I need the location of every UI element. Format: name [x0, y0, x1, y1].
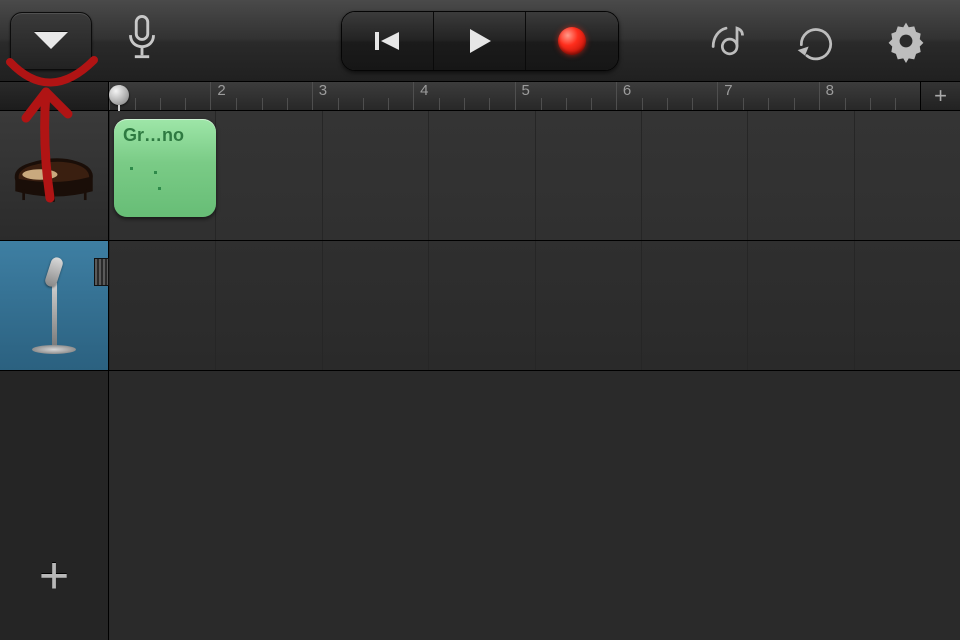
track-header-piano[interactable]	[0, 111, 108, 241]
skip-back-icon	[373, 29, 403, 53]
add-track-button[interactable]: +	[39, 550, 69, 602]
ruler-bar-2: 2	[210, 82, 311, 110]
bar-number: 2	[217, 82, 225, 99]
mic-button[interactable]	[124, 15, 160, 66]
bar-number: 7	[724, 82, 732, 99]
play-icon	[467, 27, 493, 55]
note-icon	[704, 19, 748, 63]
bar-number: 5	[522, 82, 530, 99]
track-lanes[interactable]: Gr…no	[109, 111, 960, 640]
menu-button[interactable]	[10, 12, 92, 70]
workspace: + Gr…no	[0, 111, 960, 640]
clip-label: Gr…no	[123, 125, 184, 145]
microphone-icon	[124, 15, 160, 61]
bar-number: 6	[623, 82, 631, 99]
track-add-area: +	[0, 371, 108, 640]
bar-number: 3	[319, 82, 327, 99]
loop-icon	[794, 19, 838, 63]
toolbar	[0, 0, 960, 82]
timeline-ruler[interactable]: 1 2 3 4 5 6 7 8 +	[0, 82, 960, 111]
ruler-bar-8: 8	[819, 82, 920, 110]
ruler-bar-4: 4	[413, 82, 514, 110]
ruler-bar-3: 3	[312, 82, 413, 110]
ruler-cells[interactable]: 1 2 3 4 5 6 7 8	[109, 82, 920, 110]
gear-icon	[884, 19, 928, 63]
plus-icon: +	[934, 83, 947, 109]
transport-controls	[341, 11, 619, 71]
loop-button[interactable]	[792, 17, 840, 65]
track-resize-handle[interactable]	[94, 258, 109, 286]
mic-stand-icon	[32, 257, 76, 354]
lane-vocal[interactable]	[109, 241, 960, 371]
ruler-bar-5: 5	[515, 82, 616, 110]
ruler-header-gap	[0, 82, 109, 110]
ruler-bar-6: 6	[616, 82, 717, 110]
settings-button[interactable]	[882, 17, 930, 65]
ruler-bar-7: 7	[717, 82, 818, 110]
lane-piano[interactable]: Gr…no	[109, 111, 960, 241]
track-headers: +	[0, 111, 109, 640]
empty-lane-area	[109, 371, 960, 640]
record-icon	[558, 27, 586, 55]
record-button[interactable]	[526, 12, 618, 70]
playhead[interactable]	[109, 85, 129, 105]
toolbar-right	[702, 0, 954, 81]
play-button[interactable]	[434, 12, 526, 70]
piano-icon	[10, 149, 98, 202]
rewind-button[interactable]	[342, 12, 434, 70]
bar-number: 4	[420, 82, 428, 99]
midi-clip[interactable]: Gr…no	[114, 119, 216, 217]
add-section-button[interactable]: +	[920, 82, 960, 110]
instruments-button[interactable]	[702, 17, 750, 65]
track-header-vocal[interactable]	[0, 241, 108, 371]
bar-number: 8	[826, 82, 834, 99]
triangle-down-icon	[34, 32, 68, 49]
